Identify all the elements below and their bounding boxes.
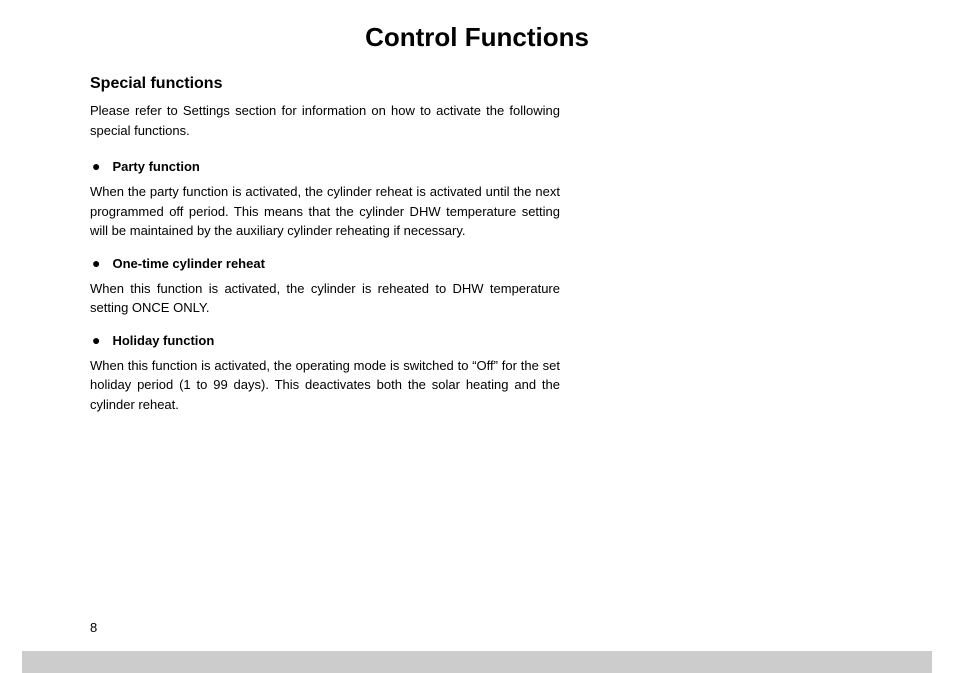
bullet-icon: ● <box>92 332 100 348</box>
bullet-label: Holiday function <box>112 333 214 348</box>
bullet-label: One-time cylinder reheat <box>112 256 264 271</box>
bullet-icon: ● <box>92 158 100 174</box>
page-title: Control Functions <box>0 0 954 75</box>
bullet-label: Party function <box>112 159 199 174</box>
section-heading: Special functions <box>90 75 560 93</box>
bullet-item: ● One-time cylinder reheat <box>90 255 560 271</box>
intro-text: Please refer to Settings section for inf… <box>90 101 560 140</box>
body-text: When this function is activated, the cyl… <box>90 279 560 318</box>
bullet-item: ● Holiday function <box>90 332 560 348</box>
footer-bar <box>22 651 932 673</box>
content-column: Special functions Please refer to Settin… <box>0 75 560 414</box>
bullet-icon: ● <box>92 255 100 271</box>
bullet-item: ● Party function <box>90 158 560 174</box>
body-text: When this function is activated, the ope… <box>90 356 560 415</box>
page-number: 8 <box>90 620 97 635</box>
body-text: When the party function is activated, th… <box>90 182 560 241</box>
